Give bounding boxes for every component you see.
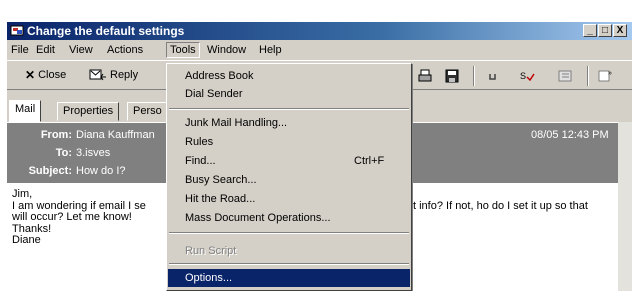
tab-personal[interactable]: Perso	[127, 102, 168, 121]
close-button[interactable]: ✕ Close	[25, 68, 66, 82]
maximize-button[interactable]: □	[598, 24, 612, 37]
menu-item-label: Mass Document Operations...	[185, 212, 331, 224]
title-bar[interactable]: Change the default settings _ □ X	[7, 22, 632, 40]
menu-item-run-script: Run Script	[168, 242, 410, 260]
menu-item-label: Hit the Road...	[185, 193, 256, 205]
toolbar-separator	[473, 66, 475, 86]
menu-file[interactable]: File	[11, 44, 29, 56]
menu-actions[interactable]: Actions	[107, 44, 143, 56]
menu-edit[interactable]: Edit	[36, 44, 55, 56]
menu-item-dial-sender[interactable]: Dial Sender	[168, 85, 410, 103]
top-strip	[0, 0, 632, 6]
tab-properties[interactable]: Properties	[57, 102, 120, 121]
save-icon[interactable]	[444, 68, 460, 84]
to-label: To:	[55, 147, 72, 159]
message-date: 08/05 12:43 PM	[531, 129, 609, 141]
tools-menu: Address Book Dial Sender Junk Mail Handl…	[166, 63, 412, 291]
close-icon: ✕	[25, 68, 36, 82]
toolbar-separator	[587, 66, 589, 86]
menu-separator	[169, 108, 409, 110]
reply-label: Reply	[110, 69, 139, 81]
menu-item-label: Junk Mail Handling...	[185, 117, 288, 129]
menu-item-junk-mail[interactable]: Junk Mail Handling...	[168, 114, 410, 132]
tab-mail[interactable]: Mail	[9, 100, 42, 122]
menu-help[interactable]: Help	[259, 44, 282, 56]
menu-item-label: Dial Sender	[185, 88, 243, 100]
menu-item-address-book[interactable]: Address Book	[168, 67, 410, 85]
subject-value: How do I?	[76, 165, 126, 177]
menu-separator	[169, 232, 409, 234]
svg-text:S: S	[520, 71, 526, 81]
scrollbar[interactable]	[618, 122, 632, 291]
reply-button[interactable]: Reply	[89, 68, 138, 82]
menu-window[interactable]: Window	[207, 44, 246, 56]
menu-item-rules[interactable]: Rules	[168, 133, 410, 151]
close-window-button[interactable]: X	[613, 24, 627, 37]
menu-item-options[interactable]: Options...	[168, 269, 410, 287]
menu-view[interactable]: View	[69, 44, 93, 56]
menu-item-busy-search[interactable]: Busy Search...	[168, 171, 410, 189]
subject-label: Subject:	[28, 165, 72, 177]
menu-item-mass-document-operations[interactable]: Mass Document Operations...	[168, 209, 410, 227]
link-icon[interactable]	[487, 68, 503, 84]
app-icon	[10, 25, 24, 36]
menu-item-label: Run Script	[185, 245, 237, 257]
print-icon[interactable]	[417, 68, 433, 84]
menu-item-label: Rules	[185, 136, 214, 148]
from-label: From:	[40, 129, 72, 141]
window-icon[interactable]	[557, 68, 573, 84]
window-title: Change the default settings	[27, 24, 185, 38]
close-label: Close	[38, 69, 67, 81]
menu-item-label: Busy Search...	[185, 174, 257, 186]
menu-tools[interactable]: Tools	[166, 42, 200, 58]
menu-item-label: Find...	[185, 155, 216, 167]
reply-icon	[89, 69, 106, 81]
menu-item-label: Options...	[185, 272, 233, 284]
menu-item-find[interactable]: Find... Ctrl+F	[168, 152, 410, 170]
spell-icon[interactable]: S	[519, 68, 535, 84]
from-value: Diana Kauffman	[76, 129, 155, 141]
menu-item-hit-the-road[interactable]: Hit the Road...	[168, 190, 410, 208]
menu-separator	[169, 263, 409, 265]
menu-item-shortcut: Ctrl+F	[354, 155, 385, 167]
body-line-continuation: t info? If not, ho do I set it up so tha…	[413, 199, 588, 212]
menu-item-label: Address Book	[185, 70, 254, 82]
more-icon[interactable]: »	[597, 68, 613, 84]
minimize-button[interactable]: _	[583, 24, 597, 37]
menu-bar: File Edit View Actions Tools Window Help	[7, 41, 632, 59]
to-value: 3.isves	[76, 147, 111, 159]
svg-text:»: »	[608, 70, 612, 77]
